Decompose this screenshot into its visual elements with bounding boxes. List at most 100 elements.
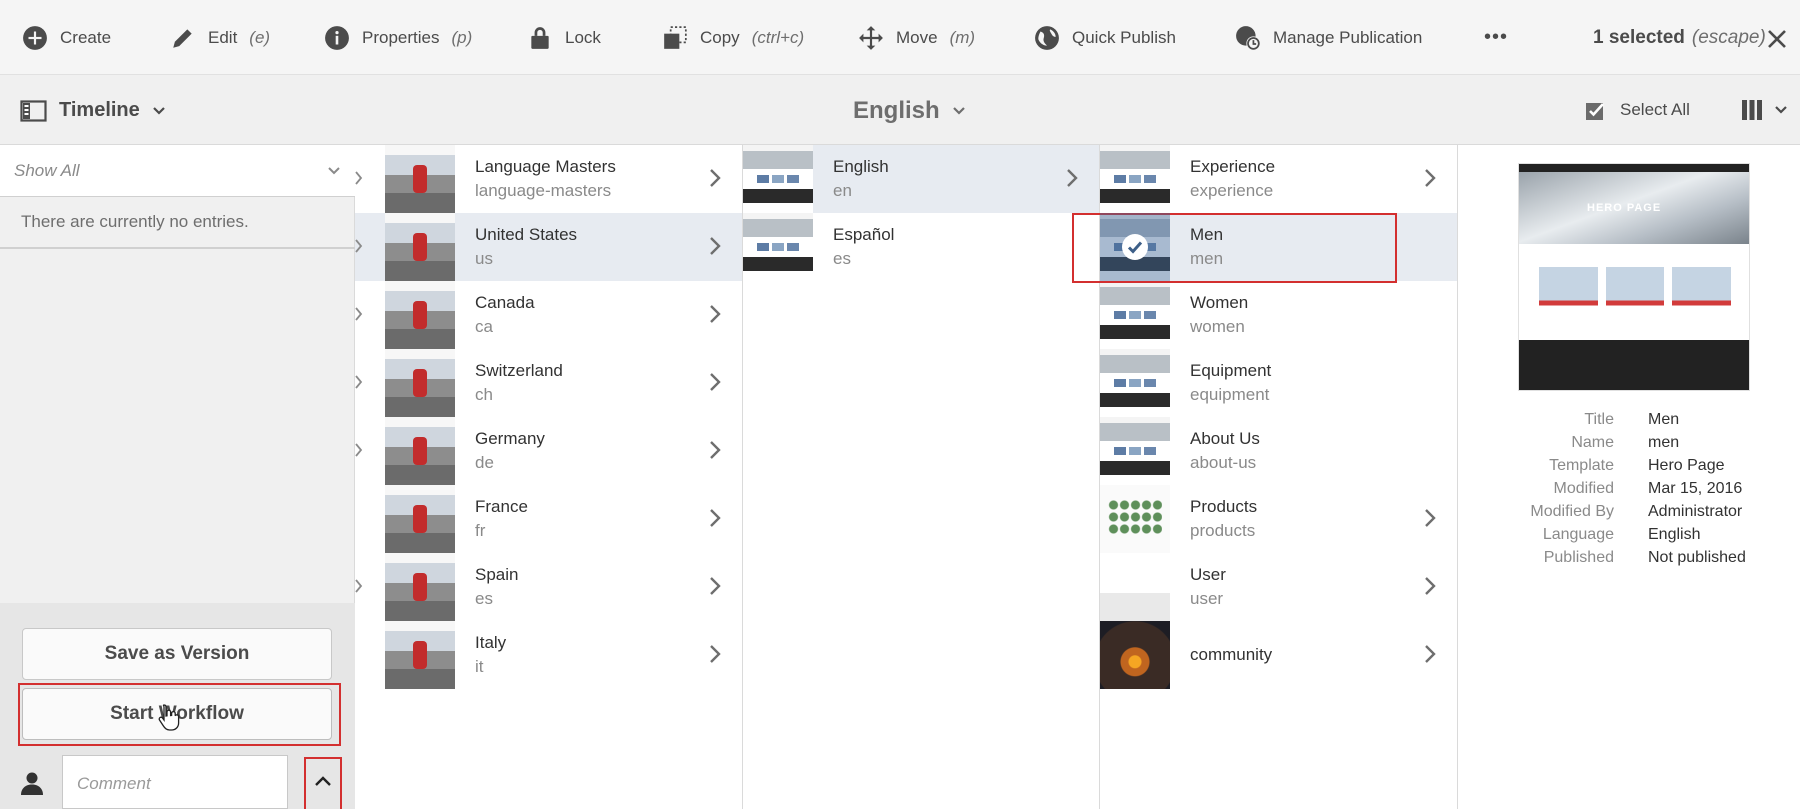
more-icon: ••• [1484, 26, 1509, 48]
timeline-filter[interactable]: Show All [0, 145, 355, 197]
lock-button[interactable]: Lock [527, 0, 601, 75]
chevron-down-icon [952, 107, 965, 115]
chevron-right-icon[interactable] [708, 303, 722, 325]
list-item[interactable]: France fr [355, 485, 742, 553]
chevron-down-icon [1775, 106, 1787, 114]
manage-publication-button[interactable]: Manage Publication [1235, 0, 1422, 75]
list-item[interactable]: United States us [355, 213, 742, 281]
quick-publish-label: Quick Publish [1072, 27, 1176, 47]
preview-hero-text: HERO PAGE [1587, 202, 1662, 214]
list-item[interactable]: Germany de [355, 417, 742, 485]
item-name: es [475, 589, 493, 608]
select-all-button[interactable]: Select All [1582, 98, 1690, 122]
meta-value: Administrator [1648, 503, 1743, 520]
list-item[interactable]: Women women [1100, 281, 1457, 349]
page-thumbnail [1100, 621, 1170, 689]
edit-button[interactable]: Edit (e) [170, 0, 270, 75]
chevron-right-icon[interactable] [708, 235, 722, 257]
item-title: Switzerland [475, 361, 563, 380]
move-button[interactable]: Move (m) [858, 0, 975, 75]
comment-input[interactable]: Comment [62, 755, 288, 809]
hand-cursor-icon [158, 704, 180, 731]
list-item[interactable]: English en [743, 145, 1099, 213]
list-item[interactable]: Canada ca [355, 281, 742, 349]
properties-label: Properties [362, 27, 440, 47]
chevron-right-icon[interactable] [708, 643, 722, 665]
item-name: de [475, 453, 494, 472]
meta-value: Men [1648, 411, 1680, 428]
page-thumbnail [743, 213, 813, 281]
copy-button[interactable]: Copy (ctrl+c) [662, 0, 804, 75]
item-title: About Us [1190, 429, 1260, 448]
chevron-right-icon[interactable] [708, 575, 722, 597]
page-thumbnail [385, 553, 455, 621]
rail-selector[interactable]: Timeline [20, 99, 166, 122]
close-icon[interactable] [1766, 28, 1788, 50]
column-view-icon [1742, 100, 1762, 120]
list-item[interactable]: About Us about-us [1100, 417, 1457, 485]
meta-key: Published [1543, 549, 1614, 566]
chevron-right-icon[interactable] [708, 167, 722, 189]
chevron-right-icon[interactable] [1423, 167, 1437, 189]
meta-row: Modified By Administrator [1458, 503, 1800, 526]
list-item[interactable]: Español es [743, 213, 1099, 281]
page-thumbnail [1100, 485, 1170, 553]
chevron-right-icon[interactable] [708, 439, 722, 461]
item-name: en [833, 181, 852, 200]
create-button[interactable]: Create [22, 0, 111, 75]
manage-publication-label: Manage Publication [1273, 27, 1423, 47]
page-thumbnail [385, 621, 455, 689]
list-item[interactable]: Equipment equipment [1100, 349, 1457, 417]
meta-key: Modified By [1530, 503, 1614, 520]
save-as-version-button[interactable]: Save as Version [22, 628, 332, 680]
item-title: Italy [475, 633, 507, 652]
list-item[interactable]: Spain es [355, 553, 742, 621]
expand-comment-button[interactable] [304, 757, 342, 809]
item-name: fr [475, 521, 486, 540]
checkmark-icon[interactable] [1122, 234, 1148, 260]
lock-label: Lock [565, 27, 601, 47]
page-thumbnail [1100, 145, 1170, 213]
list-item[interactable]: Language Masters language-masters [355, 145, 742, 213]
copy-icon [664, 25, 687, 49]
chevron-up-icon [315, 776, 331, 786]
chevron-right-icon[interactable] [708, 507, 722, 529]
list-item[interactable]: Switzerland ch [355, 349, 742, 417]
meta-value: Hero Page [1648, 457, 1725, 474]
rail-label: Timeline [59, 99, 140, 121]
selected-count-label: 1 selected [1593, 26, 1685, 48]
page-thumbnail [743, 145, 813, 213]
properties-button[interactable]: Properties (p) [324, 0, 472, 75]
breadcrumb[interactable]: English [853, 97, 966, 125]
move-arrows-icon [859, 25, 883, 50]
item-title: Language Masters [475, 157, 616, 176]
meta-row: Title Men [1458, 411, 1800, 434]
chevron-right-icon[interactable] [1065, 167, 1079, 189]
view-switcher[interactable] [1740, 98, 1788, 122]
chevron-right-icon[interactable] [1423, 575, 1437, 597]
list-item[interactable]: Italy it [355, 621, 742, 689]
list-item[interactable]: Experience experience [1100, 145, 1457, 213]
page-thumbnail [385, 485, 455, 553]
item-name: about-us [1190, 453, 1257, 472]
quick-publish-button[interactable]: Quick Publish [1034, 0, 1176, 75]
edit-shortcut: (e) [249, 27, 271, 47]
chevron-right-icon [355, 375, 363, 389]
more-actions-button[interactable]: ••• [1484, 0, 1508, 75]
chevron-right-icon[interactable] [708, 371, 722, 393]
chevron-right-icon[interactable] [1423, 507, 1437, 529]
list-item[interactable]: User user [1100, 553, 1457, 621]
item-name: equipment [1190, 385, 1270, 404]
page-thumbnail [385, 213, 455, 281]
chevron-down-icon [153, 106, 165, 115]
list-item[interactable]: community [1100, 621, 1457, 689]
chevron-right-icon [355, 579, 363, 593]
page-thumbnail [385, 281, 455, 349]
list-item[interactable]: Products products [1100, 485, 1457, 553]
copy-shortcut: (ctrl+c) [751, 27, 805, 47]
chevron-right-icon[interactable] [1423, 643, 1437, 665]
meta-value: English [1648, 526, 1701, 543]
meta-value: men [1648, 434, 1680, 451]
page-thumbnail [1100, 213, 1170, 281]
page-thumbnail [385, 145, 455, 213]
